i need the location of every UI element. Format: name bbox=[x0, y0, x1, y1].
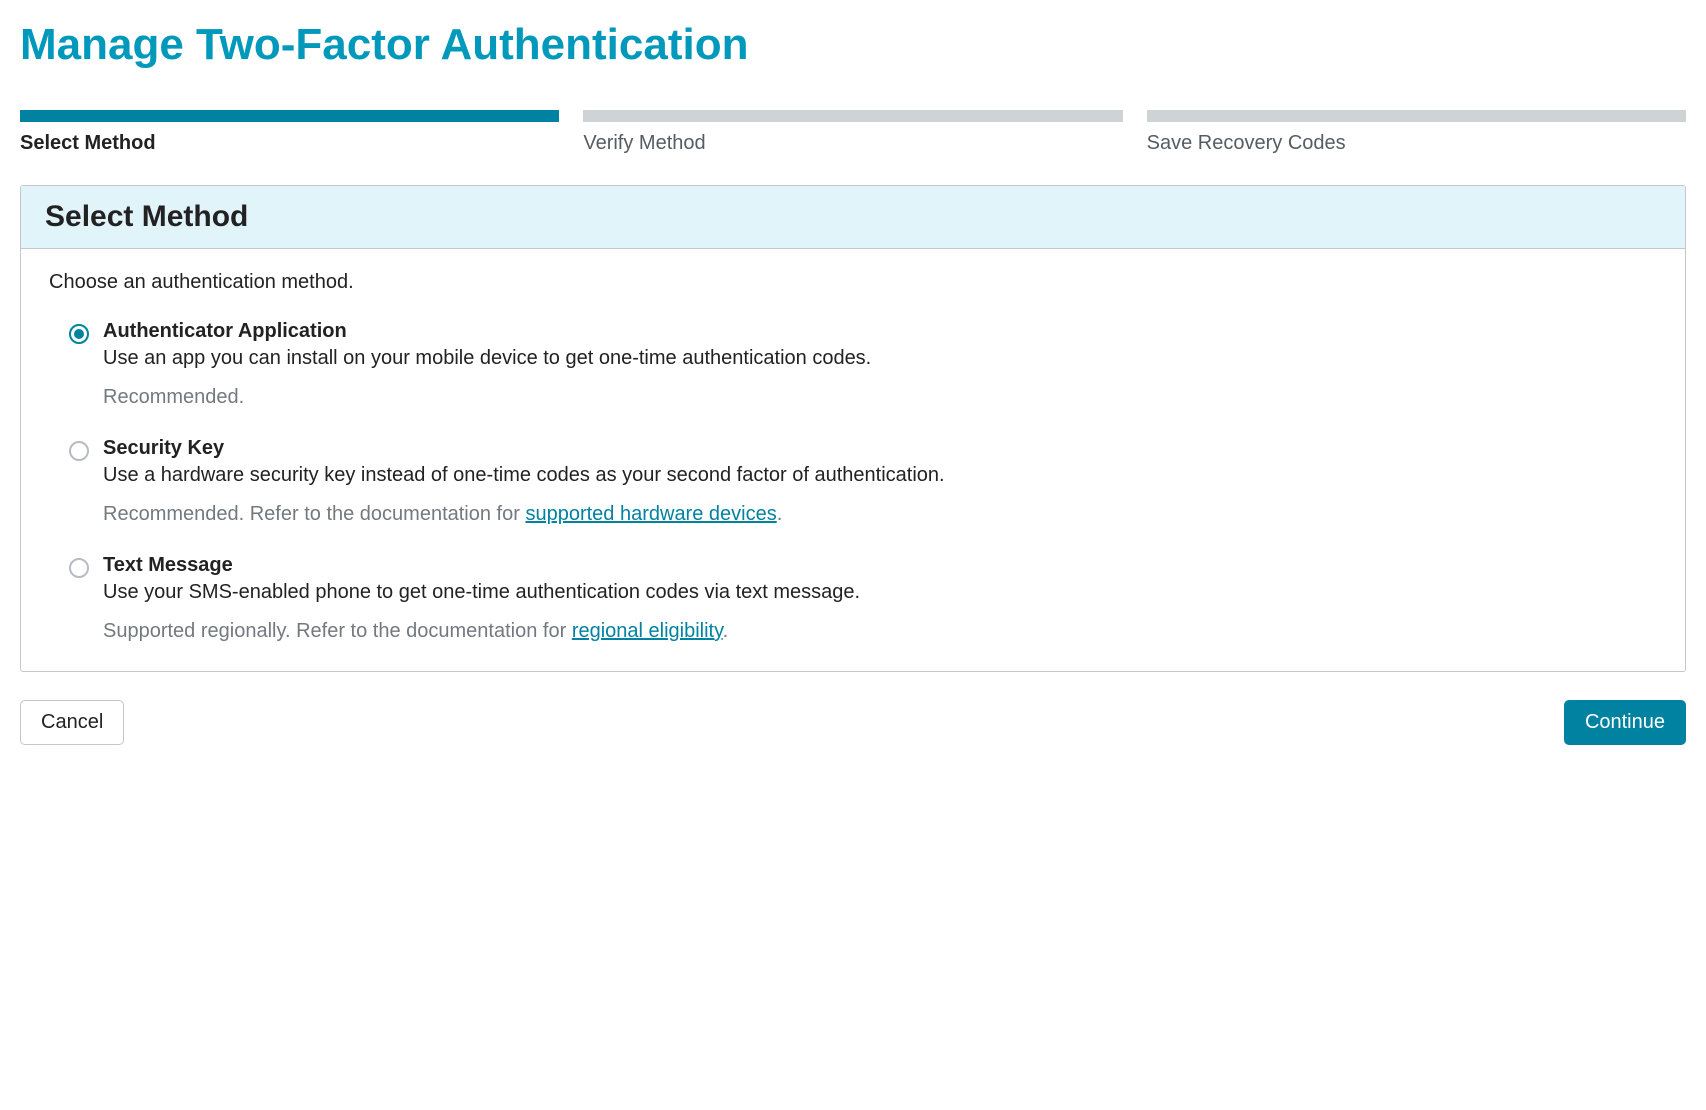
radio-title: Authenticator Application bbox=[103, 320, 1657, 343]
step-bar bbox=[1147, 110, 1686, 122]
panel-body: Choose an authentication method. Authent… bbox=[21, 249, 1685, 671]
radio-title: Security Key bbox=[103, 437, 1657, 460]
radio-icon[interactable] bbox=[69, 441, 89, 461]
cancel-button[interactable]: Cancel bbox=[20, 700, 124, 745]
supported-hardware-devices-link[interactable]: supported hardware devices bbox=[525, 503, 776, 525]
action-bar: Cancel Continue bbox=[20, 700, 1686, 745]
radio-content: Authenticator Application Use an app you… bbox=[103, 320, 1657, 409]
step-select-method: Select Method bbox=[20, 110, 559, 155]
radio-description: Use an app you can install on your mobil… bbox=[103, 347, 1657, 370]
radio-note-suffix: . bbox=[723, 620, 729, 642]
step-bar bbox=[583, 110, 1122, 122]
radio-note-suffix: . bbox=[777, 503, 783, 525]
radio-icon[interactable] bbox=[69, 324, 89, 344]
method-option-text-message[interactable]: Text Message Use your SMS-enabled phone … bbox=[69, 554, 1657, 643]
radio-content: Security Key Use a hardware security key… bbox=[103, 437, 1657, 526]
radio-note: Recommended. Refer to the documentation … bbox=[103, 503, 1657, 526]
method-radio-group: Authenticator Application Use an app you… bbox=[49, 320, 1657, 643]
radio-note: Supported regionally. Refer to the docum… bbox=[103, 620, 1657, 643]
step-label: Verify Method bbox=[583, 132, 1122, 155]
radio-description: Use a hardware security key instead of o… bbox=[103, 464, 1657, 487]
radio-description: Use your SMS-enabled phone to get one-ti… bbox=[103, 581, 1657, 604]
panel-intro: Choose an authentication method. bbox=[49, 271, 1657, 294]
step-label: Save Recovery Codes bbox=[1147, 132, 1686, 155]
page-title: Manage Two-Factor Authentication bbox=[20, 20, 1686, 70]
radio-content: Text Message Use your SMS-enabled phone … bbox=[103, 554, 1657, 643]
step-verify-method: Verify Method bbox=[583, 110, 1122, 155]
radio-note: Recommended. bbox=[103, 386, 1657, 409]
panel-header: Select Method bbox=[21, 186, 1685, 249]
method-panel: Select Method Choose an authentication m… bbox=[20, 185, 1686, 672]
continue-button[interactable]: Continue bbox=[1564, 700, 1686, 745]
radio-note-text: Supported regionally. Refer to the docum… bbox=[103, 620, 572, 642]
method-option-authenticator[interactable]: Authenticator Application Use an app you… bbox=[69, 320, 1657, 409]
radio-note-text: Recommended. bbox=[103, 386, 244, 408]
method-option-security-key[interactable]: Security Key Use a hardware security key… bbox=[69, 437, 1657, 526]
radio-icon[interactable] bbox=[69, 558, 89, 578]
progress-steps: Select Method Verify Method Save Recover… bbox=[20, 110, 1686, 155]
step-bar bbox=[20, 110, 559, 122]
step-label: Select Method bbox=[20, 132, 559, 155]
regional-eligibility-link[interactable]: regional eligibility bbox=[572, 620, 723, 642]
radio-title: Text Message bbox=[103, 554, 1657, 577]
radio-note-text: Recommended. Refer to the documentation … bbox=[103, 503, 525, 525]
step-save-recovery-codes: Save Recovery Codes bbox=[1147, 110, 1686, 155]
